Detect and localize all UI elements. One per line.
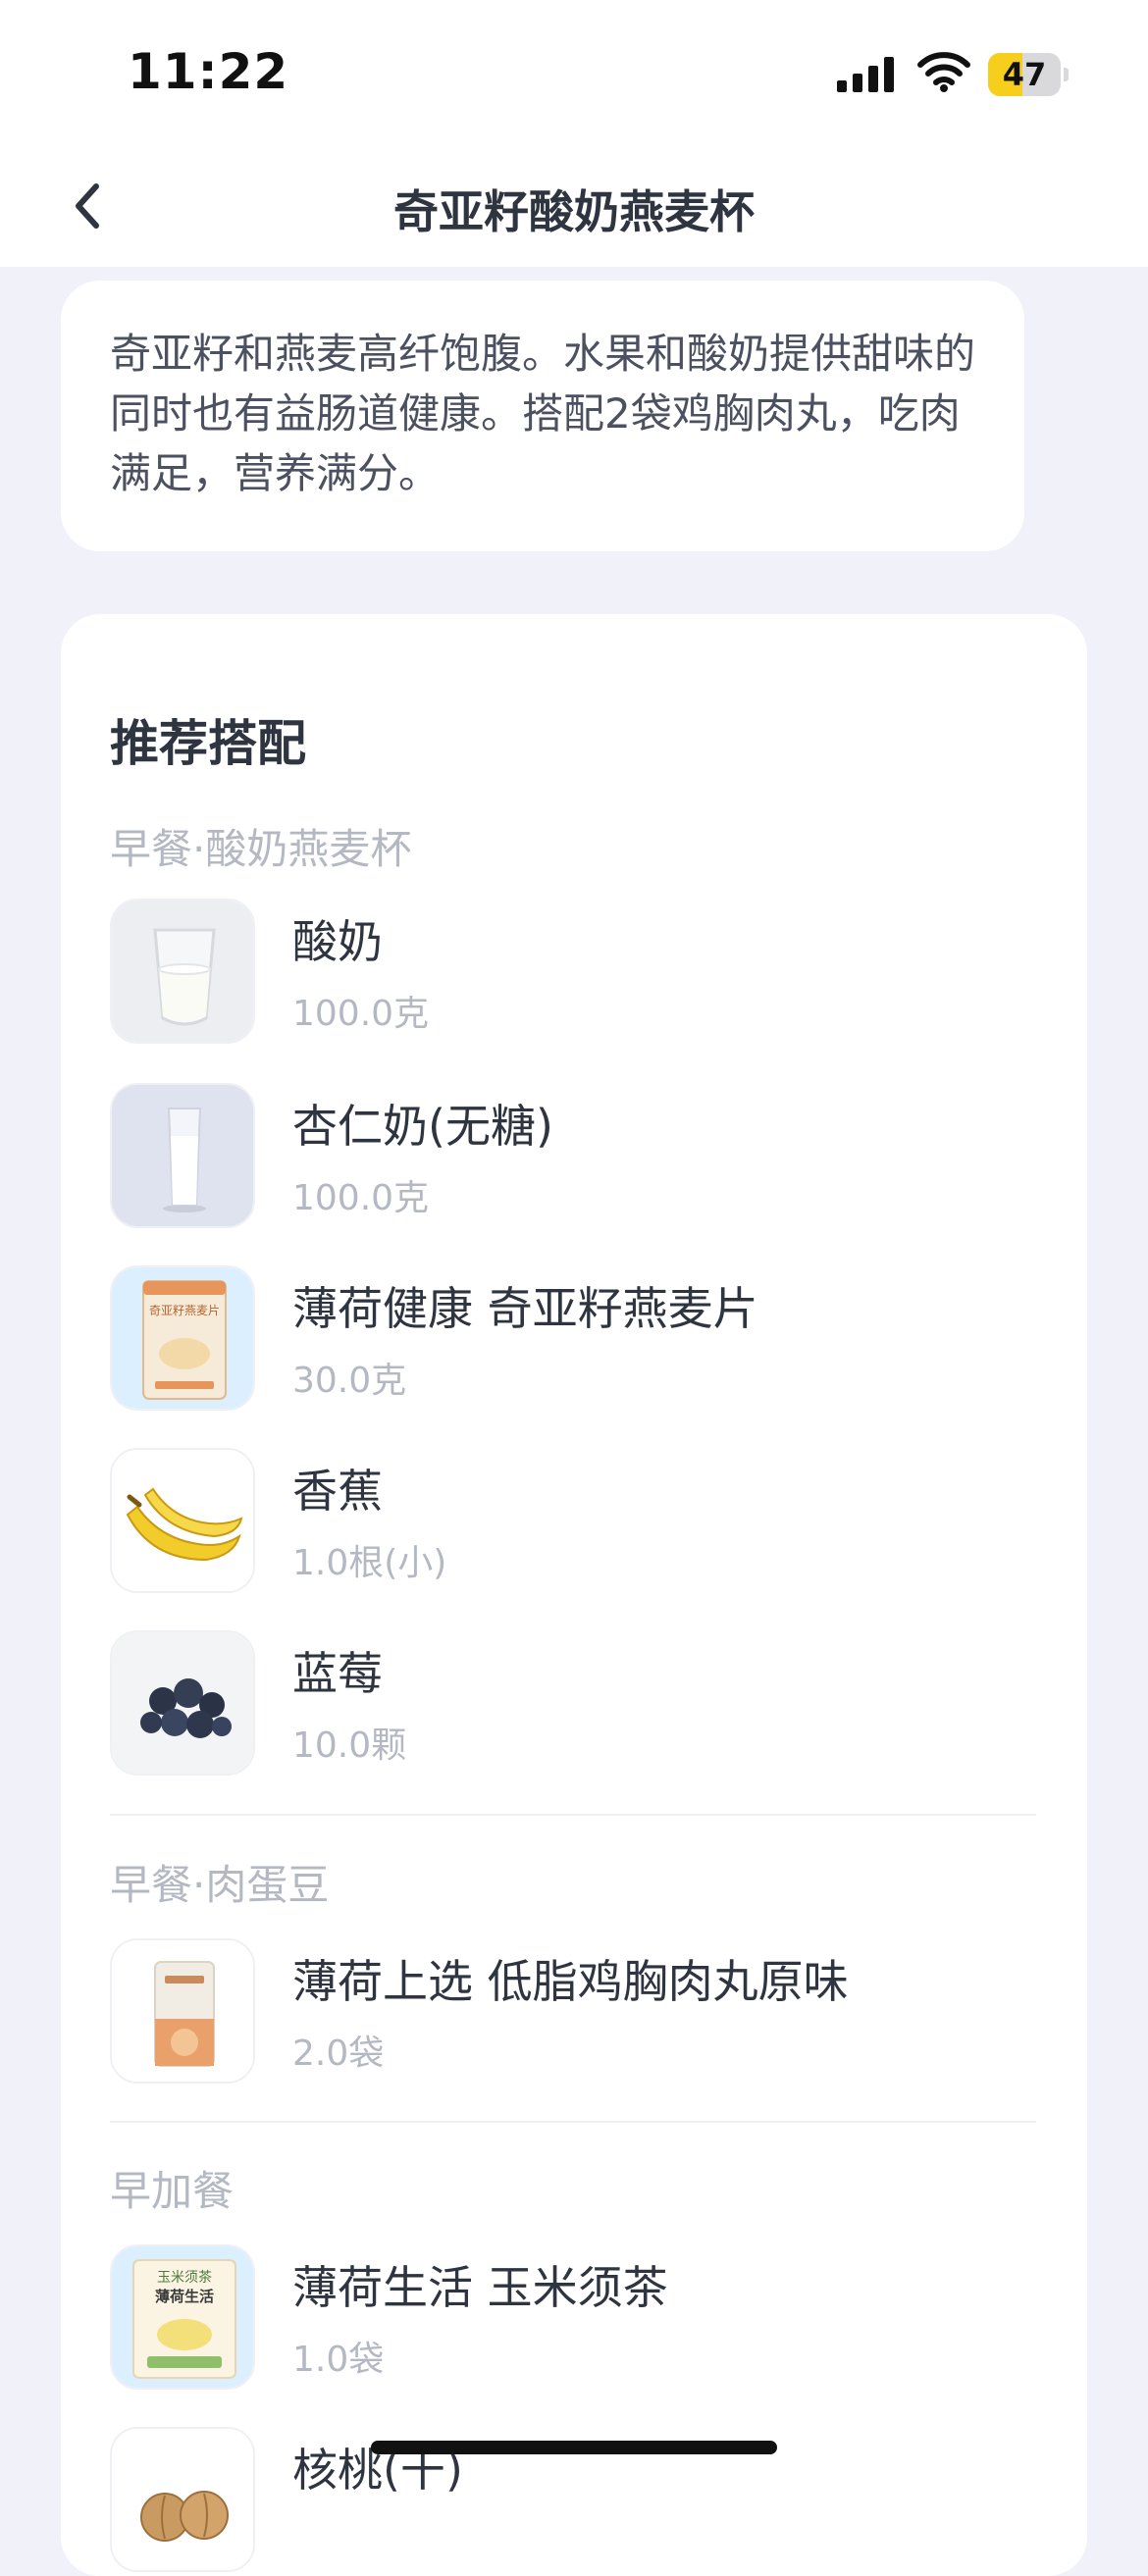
food-name: 薄荷上选 低脂鸡胸肉丸原味 <box>292 1955 849 2008</box>
status-bar: 11:22 47 <box>0 0 1148 147</box>
blueberry-thumbnail <box>110 1630 255 1776</box>
battery-level: 47 <box>1002 56 1047 93</box>
tea-brand-label: 玉米须茶 <box>157 2270 212 2286</box>
intro-text: 奇亚籽和燕麦高纤饱腹。水果和酸奶提供甜味的同时也有益肠道健康。搭配2袋鸡胸肉丸，… <box>110 330 976 497</box>
home-indicator[interactable] <box>371 2441 777 2454</box>
tea-title-label: 薄荷生活 <box>155 2288 214 2305</box>
wifi-icon <box>917 52 970 92</box>
food-item-chia-oats[interactable]: 奇亚籽燕麦片 薄荷健康 奇亚籽燕麦片 30.0克 <box>110 1265 1042 1411</box>
status-time: 11:22 <box>128 43 289 100</box>
food-amount: 100.0克 <box>292 1178 430 1218</box>
food-amount: 2.0袋 <box>292 2034 385 2074</box>
food-item-yogurt[interactable]: 酸奶 100.0克 <box>110 899 1042 1044</box>
food-amount: 10.0颗 <box>292 1726 407 1766</box>
intro-card: 奇亚籽和燕麦高纤饱腹。水果和酸奶提供甜味的同时也有益肠道健康。搭配2袋鸡胸肉丸，… <box>61 281 1024 551</box>
food-name: 酸奶 <box>292 915 383 968</box>
food-name: 香蕉 <box>292 1465 383 1518</box>
group-title-morning-snack: 早加餐 <box>110 2167 235 2215</box>
section-title: 推荐搭配 <box>110 715 306 772</box>
oat-pack-label: 奇亚籽燕麦片 <box>149 1304 220 1317</box>
food-amount: 100.0克 <box>292 994 430 1034</box>
food-name: 薄荷生活 玉米须茶 <box>292 2261 668 2314</box>
food-name: 薄荷健康 奇亚籽燕麦片 <box>292 1282 758 1335</box>
food-amount: 1.0根(小) <box>292 1543 447 1583</box>
group-title-breakfast-oat: 早餐·酸奶燕麦杯 <box>110 825 412 873</box>
group-divider <box>110 1814 1036 1816</box>
group-divider <box>110 2121 1036 2123</box>
battery-cap <box>1064 68 1069 81</box>
group-title-breakfast-protein: 早餐·肉蛋豆 <box>110 1861 330 1909</box>
walnut-thumbnail <box>110 2427 255 2572</box>
food-amount: 30.0克 <box>292 1361 407 1401</box>
banana-thumbnail <box>110 1448 255 1593</box>
food-name: 蓝莓 <box>292 1647 383 1700</box>
battery-icon: 47 <box>988 53 1069 96</box>
page-title: 奇亚籽酸奶燕麦杯 <box>393 185 755 238</box>
food-item-almond-milk[interactable]: 杏仁奶(无糖) 100.0克 <box>110 1083 1042 1228</box>
nav-bar: 奇亚籽酸奶燕麦杯 <box>0 147 1148 267</box>
recommend-card: 推荐搭配 早餐·酸奶燕麦杯 酸奶 100.0克 杏仁奶(无糖) 100.0克 奇… <box>61 614 1087 2576</box>
corn-silk-tea-thumbnail: 玉米须茶 薄荷生活 <box>110 2244 255 2390</box>
food-item-blueberry[interactable]: 蓝莓 10.0颗 <box>110 1630 1042 1776</box>
food-item-corn-silk-tea[interactable]: 玉米须茶 薄荷生活 薄荷生活 玉米须茶 1.0袋 <box>110 2244 1042 2390</box>
oat-pack-thumbnail: 奇亚籽燕麦片 <box>110 1265 255 1411</box>
food-item-chicken-balls[interactable]: 薄荷上选 低脂鸡胸肉丸原味 2.0袋 <box>110 1938 1042 2084</box>
almond-milk-thumbnail <box>110 1083 255 1228</box>
food-amount: 1.0袋 <box>292 2340 385 2380</box>
food-name: 杏仁奶(无糖) <box>292 1100 553 1153</box>
yogurt-thumbnail <box>110 899 255 1044</box>
signal-icon <box>837 57 894 92</box>
food-item-banana[interactable]: 香蕉 1.0根(小) <box>110 1448 1042 1593</box>
chicken-balls-thumbnail <box>110 1938 255 2084</box>
